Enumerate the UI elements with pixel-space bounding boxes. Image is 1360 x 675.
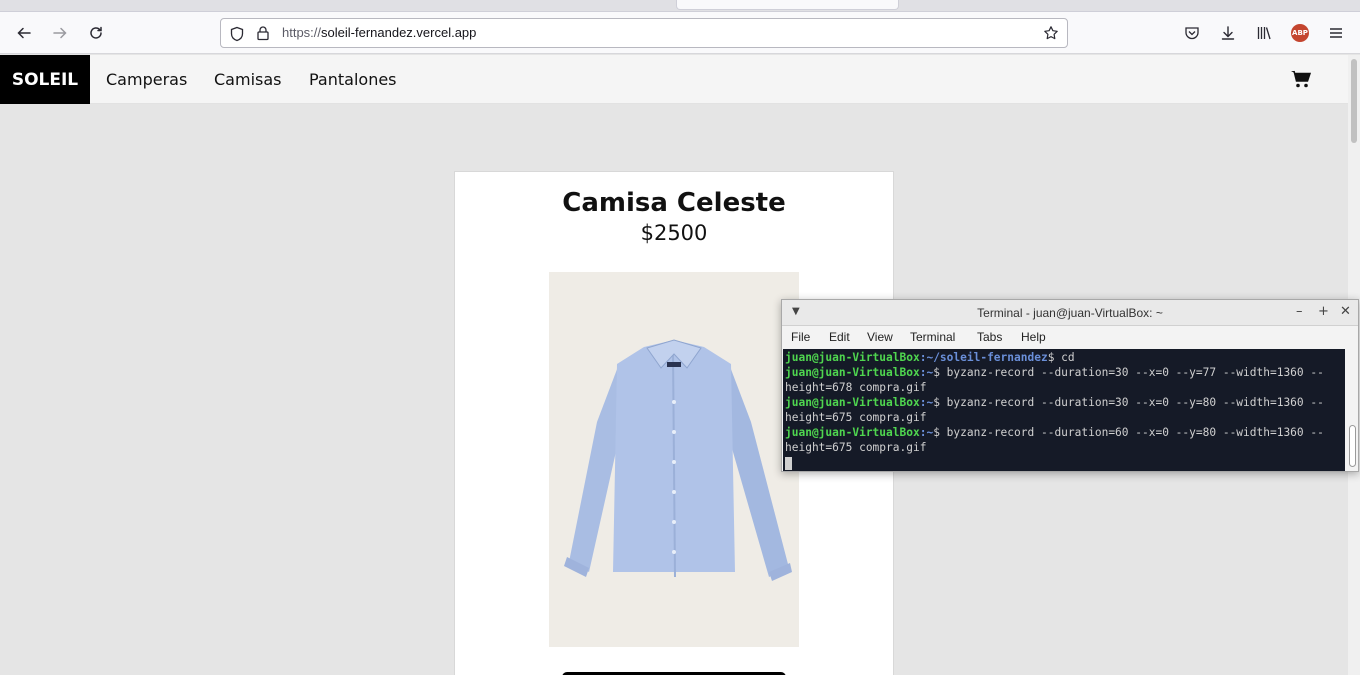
prompt-user: juan@juan-VirtualBox: [785, 426, 920, 439]
terminal-menu-view[interactable]: View: [867, 330, 893, 344]
prompt-command: $ byzanz-record --duration=30 --x=0 --y=…: [933, 366, 1324, 379]
url-text[interactable]: https://soleil-fernandez.vercel.app: [282, 25, 476, 40]
pocket-icon: [1185, 27, 1199, 40]
brand-logo[interactable]: SOLEIL: [0, 55, 90, 104]
url-host: soleil-fernandez.vercel.app: [321, 25, 477, 40]
terminal-line: height=678 compra.gif: [785, 381, 927, 394]
terminal-line: juan@juan-VirtualBox:~$ byzanz-record --…: [785, 395, 1343, 410]
star-icon[interactable]: [1043, 25, 1059, 41]
prompt-path: :~: [919, 426, 934, 439]
terminal-titlebar[interactable]: ▼ Terminal - juan@juan-VirtualBox: ~ – +…: [782, 300, 1358, 326]
terminal-menu-help[interactable]: Help: [1021, 330, 1046, 344]
terminal-window: ▼ Terminal - juan@juan-VirtualBox: ~ – +…: [781, 299, 1359, 472]
product-image[interactable]: [549, 272, 799, 647]
browser-tab[interactable]: [676, 0, 899, 10]
cart-icon[interactable]: [1290, 69, 1312, 89]
download-icon: [1221, 26, 1235, 40]
reload-icon: [90, 26, 102, 39]
adblock-badge-label: ABP: [1292, 29, 1308, 37]
url-bar[interactable]: https://soleil-fernandez.vercel.app: [220, 18, 1068, 48]
brand-label: SOLEIL: [11, 69, 79, 90]
terminal-line: height=675 compra.gif: [785, 411, 927, 424]
terminal-cursor-line: [785, 455, 1343, 470]
terminal-menubar: File Edit View Terminal Tabs Help: [782, 326, 1358, 348]
prompt-path: :~: [919, 396, 934, 409]
terminal-menu-file[interactable]: File: [791, 330, 810, 344]
terminal-scrollbar[interactable]: [1347, 349, 1358, 471]
prompt-command: $ cd: [1047, 351, 1075, 364]
browser-toolbar: https://soleil-fernandez.vercel.app: [0, 12, 1360, 54]
prompt-command: $ byzanz-record --duration=30 --x=0 --y=…: [933, 396, 1324, 409]
arrow-left-icon: [17, 27, 31, 39]
reload-button[interactable]: [84, 21, 108, 45]
minimize-icon[interactable]: –: [1296, 304, 1303, 319]
shield-icon[interactable]: [229, 26, 245, 42]
nav-link-camisas[interactable]: Camisas: [214, 70, 281, 89]
tab-strip: [0, 0, 1360, 12]
nav-link-pantalones[interactable]: Pantalones: [309, 70, 397, 89]
hamburger-menu-icon: [1330, 28, 1342, 38]
prompt-user: juan@juan-VirtualBox: [785, 351, 920, 364]
arrow-right-icon: [53, 27, 67, 39]
pocket-button[interactable]: [1180, 21, 1204, 45]
library-icon: [1257, 27, 1271, 40]
maximize-icon[interactable]: +: [1318, 304, 1329, 319]
back-button[interactable]: [12, 21, 36, 45]
prompt-user: juan@juan-VirtualBox: [785, 396, 920, 409]
terminal-line: juan@juan-VirtualBox:~$ byzanz-record --…: [785, 365, 1343, 380]
terminal-title: Terminal - juan@juan-VirtualBox: ~: [977, 306, 1163, 320]
terminal-line: juan@juan-VirtualBox:~$ byzanz-record --…: [785, 425, 1343, 440]
app-menu-button[interactable]: [1324, 21, 1348, 45]
prompt-path: :~: [919, 366, 934, 379]
nav-link-camperas[interactable]: Camperas: [106, 70, 187, 89]
close-icon[interactable]: ✕: [1340, 304, 1351, 319]
lock-icon[interactable]: [255, 25, 271, 41]
terminal-cursor: [785, 456, 792, 470]
site-navbar: SOLEIL Camperas Camisas Pantalones: [0, 55, 1348, 104]
product-price: $2500: [640, 221, 708, 245]
terminal-line: height=675 compra.gif: [785, 441, 927, 454]
forward-button[interactable]: [48, 21, 72, 45]
terminal-output[interactable]: juan@juan-VirtualBox:~/soleil-fernandez$…: [783, 349, 1345, 471]
prompt-path: :~/soleil-fernandez: [919, 351, 1048, 364]
adblock-icon[interactable]: ABP: [1291, 24, 1309, 42]
library-button[interactable]: [1252, 21, 1276, 45]
prompt-command: $ byzanz-record --duration=60 --x=0 --y=…: [933, 426, 1324, 439]
terminal-menu-edit[interactable]: Edit: [829, 330, 850, 344]
terminal-menu-tabs[interactable]: Tabs: [977, 330, 1002, 344]
page-scrollbar-thumb[interactable]: [1351, 59, 1357, 143]
terminal-scrollbar-thumb[interactable]: [1349, 425, 1356, 467]
terminal-line: juan@juan-VirtualBox:~/soleil-fernandez$…: [785, 350, 1343, 365]
url-protocol: https://: [282, 25, 322, 40]
downloads-button[interactable]: [1216, 21, 1240, 45]
terminal-menu-terminal[interactable]: Terminal: [910, 330, 955, 344]
product-title: Camisa Celeste: [562, 188, 786, 218]
prompt-user: juan@juan-VirtualBox: [785, 366, 920, 379]
